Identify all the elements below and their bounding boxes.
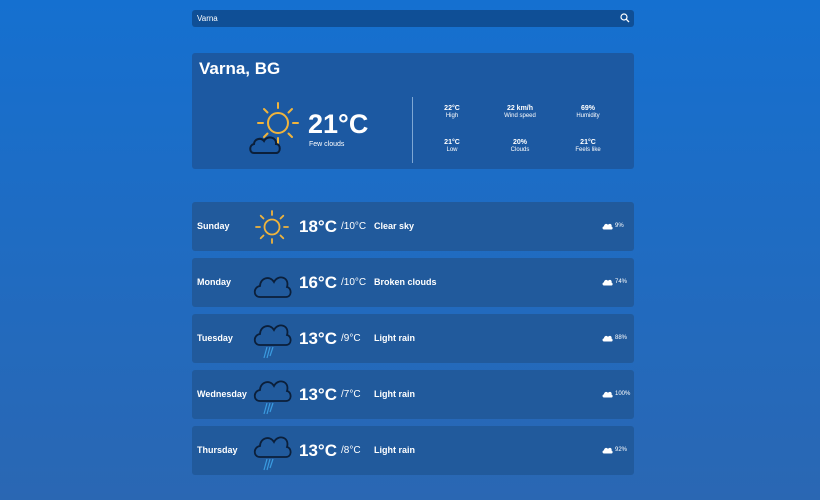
rain-icon bbox=[253, 436, 292, 471]
stat-humidity: 69% Humidity bbox=[576, 105, 600, 119]
cloud-icon bbox=[602, 447, 613, 454]
search-input[interactable] bbox=[197, 10, 612, 27]
forecast-description: Clear sky bbox=[374, 221, 415, 231]
forecast-high: 18°C bbox=[299, 217, 337, 236]
forecast-low: /7°C bbox=[341, 389, 361, 400]
forecast-high: 13°C bbox=[299, 441, 337, 460]
stat-clouds: 20% Clouds bbox=[510, 139, 530, 153]
search-bar[interactable] bbox=[192, 10, 634, 27]
forecast-description: Light rain bbox=[374, 333, 415, 343]
forecast-description: Light rain bbox=[374, 445, 415, 455]
forecast-row: Thursday 13°C /8°C Light rain 92% bbox=[192, 426, 634, 475]
cloud-icon bbox=[602, 335, 613, 342]
forecast-cloud-percent: 74% bbox=[615, 279, 628, 285]
forecast-low: /9°C bbox=[341, 333, 361, 344]
forecast-day: Sunday bbox=[197, 221, 230, 231]
forecast-description: Light rain bbox=[374, 389, 415, 399]
cloud-icon bbox=[602, 223, 613, 230]
cloud-icon bbox=[253, 276, 292, 298]
forecast-low: /8°C bbox=[341, 445, 361, 456]
forecast-low: /10°C bbox=[341, 221, 367, 232]
forecast-cloud-percent: 92% bbox=[615, 447, 628, 453]
forecast-high: 16°C bbox=[299, 273, 337, 292]
current-weather-card: Varna, BG 21°C Few clouds 22°C High 22 km… bbox=[192, 53, 634, 169]
sun-icon bbox=[255, 210, 289, 244]
stat-high: 22°C High bbox=[444, 105, 460, 119]
current-description: Few clouds bbox=[309, 141, 345, 148]
forecast-description: Broken clouds bbox=[374, 277, 437, 287]
stats-divider bbox=[412, 97, 413, 163]
forecast-cloud-percent: 100% bbox=[615, 391, 631, 397]
forecast-low: /10°C bbox=[341, 277, 367, 288]
forecast-row: Sunday 18°C /10°C Clear sky 9% bbox=[192, 202, 634, 251]
current-temperature: 21°C bbox=[308, 109, 369, 139]
forecast-cloud-percent: 9% bbox=[615, 223, 624, 229]
forecast-day: Thursday bbox=[197, 445, 238, 455]
forecast-day: Monday bbox=[197, 277, 232, 287]
rain-icon bbox=[253, 324, 292, 359]
stat-feels-like: 21°C Feels like bbox=[575, 139, 601, 153]
forecast-day: Wednesday bbox=[197, 389, 247, 399]
forecast-row: Tuesday 13°C /9°C Light rain 88% bbox=[192, 314, 634, 363]
stat-wind-speed: 22 km/h Wind speed bbox=[504, 105, 536, 119]
city-name: Varna, BG bbox=[199, 59, 281, 78]
rain-icon bbox=[253, 380, 292, 415]
cloud-icon bbox=[602, 391, 613, 398]
forecast-high: 13°C bbox=[299, 329, 337, 348]
stat-low: 21°C Low bbox=[444, 139, 460, 153]
forecast-high: 13°C bbox=[299, 385, 337, 404]
sun-cloud-icon bbox=[249, 102, 299, 154]
forecast-row: Monday 16°C /10°C Broken clouds 74% bbox=[192, 258, 634, 307]
forecast-cloud-percent: 88% bbox=[615, 335, 628, 341]
search-icon[interactable] bbox=[620, 13, 630, 23]
forecast-day: Tuesday bbox=[197, 333, 233, 343]
forecast-row: Wednesday 13°C /7°C Light rain 100% bbox=[192, 370, 634, 419]
cloud-icon bbox=[602, 279, 613, 286]
